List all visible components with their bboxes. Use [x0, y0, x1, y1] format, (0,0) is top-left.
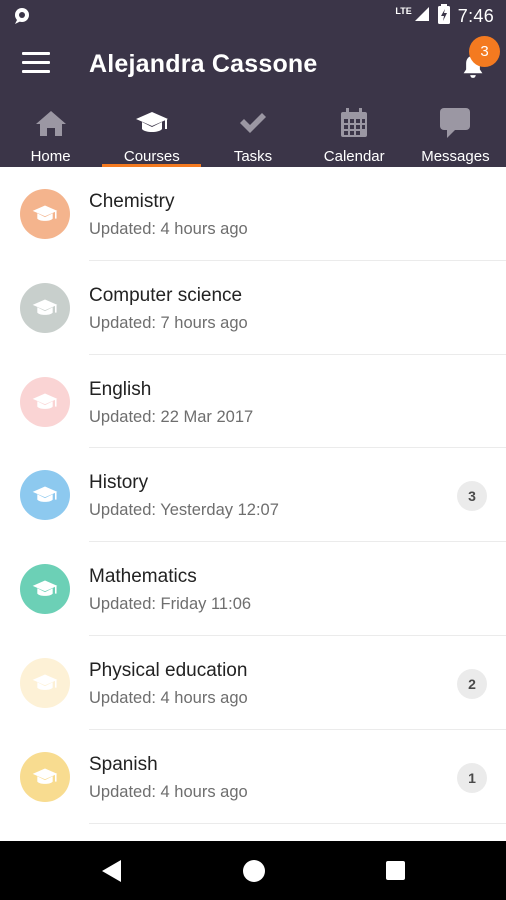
- course-graduation-cap-icon: [20, 376, 70, 427]
- divider: [89, 822, 506, 824]
- checkmark-icon: [238, 106, 268, 140]
- recents-square-icon[interactable]: [386, 861, 405, 880]
- course-graduation-cap-icon: [20, 564, 70, 615]
- course-graduation-cap-icon: [20, 657, 70, 708]
- app-notification-icon: [12, 6, 32, 26]
- course-updated: Updated: 4 hours ago: [89, 688, 248, 707]
- list-item-chemistry[interactable]: Chemistry Updated: 4 hours ago: [0, 167, 506, 261]
- list-item-computer-science[interactable]: Computer science Updated: 7 hours ago: [0, 261, 506, 355]
- battery-icon: [437, 3, 450, 29]
- home-icon: [35, 106, 67, 140]
- menu-icon[interactable]: [22, 52, 50, 78]
- notification-count-badge[interactable]: 3: [469, 36, 500, 67]
- course-graduation-cap-icon: [20, 189, 70, 239]
- tab-bar: Home Courses Tasks Calendar Messages: [0, 100, 506, 167]
- course-name: Mathematics: [89, 566, 197, 588]
- course-name: English: [89, 378, 152, 400]
- course-updated: Updated: Friday 11:06: [89, 595, 252, 614]
- course-updated: Updated: 4 hours ago: [89, 782, 248, 801]
- course-name: Physical education: [89, 659, 248, 681]
- graduation-cap-icon: [135, 106, 169, 140]
- tab-tasks[interactable]: Tasks: [202, 100, 303, 167]
- tab-label: Messages: [421, 148, 490, 165]
- list-item-history[interactable]: History Updated: Yesterday 12:07 3: [0, 448, 506, 543]
- course-name: History: [89, 472, 149, 494]
- course-updated: Updated: Yesterday 12:07: [89, 501, 279, 520]
- calendar-icon: [340, 106, 368, 140]
- list-item-spanish[interactable]: Spanish Updated: 4 hours ago 1: [0, 730, 506, 824]
- course-updated: Updated: 4 hours ago: [89, 220, 248, 238]
- course-name: Computer science: [89, 284, 243, 306]
- list-item-physical-education[interactable]: Physical education Updated: 4 hours ago …: [0, 636, 506, 730]
- list-item-mathematics[interactable]: Mathematics Updated: Friday 11:06: [0, 542, 506, 636]
- course-graduation-cap-icon: [20, 751, 70, 802]
- chat-bubble-icon: [439, 106, 471, 140]
- tab-courses[interactable]: Courses: [101, 100, 202, 167]
- tab-home[interactable]: Home: [0, 100, 101, 167]
- course-name: Chemistry: [89, 191, 175, 212]
- page-title: Alejandra Cassone: [89, 50, 318, 78]
- network-type-label: LTE: [395, 6, 412, 16]
- course-list: Chemistry Updated: 4 hours ago Computer …: [0, 167, 506, 824]
- status-bar: LTE 7:46: [0, 0, 506, 32]
- tab-label: Home: [30, 148, 71, 165]
- list-item-english[interactable]: English Updated: 22 Mar 2017: [0, 355, 506, 449]
- unread-count-badge: 2: [457, 668, 487, 699]
- tab-label: Tasks: [233, 148, 273, 165]
- tab-messages[interactable]: Messages: [405, 100, 506, 167]
- system-navigation-bar: [0, 841, 506, 900]
- signal-icon: [414, 6, 430, 27]
- app-bar: Alejandra Cassone 3 Home Courses Tasks C…: [0, 32, 506, 167]
- course-updated: Updated: 7 hours ago: [89, 313, 248, 332]
- course-updated: Updated: 22 Mar 2017: [89, 407, 254, 426]
- home-circle-icon[interactable]: [243, 860, 265, 882]
- unread-count-badge: 1: [457, 762, 487, 793]
- course-graduation-cap-icon: [20, 470, 70, 521]
- course-name: Spanish: [89, 753, 158, 775]
- back-icon[interactable]: [102, 860, 122, 882]
- tab-label: Calendar: [323, 148, 385, 165]
- tab-calendar[interactable]: Calendar: [304, 100, 405, 167]
- unread-count-badge: 3: [457, 481, 487, 512]
- clock: 7:46: [457, 5, 494, 26]
- tab-label: Courses: [123, 148, 180, 165]
- course-graduation-cap-icon: [20, 282, 70, 333]
